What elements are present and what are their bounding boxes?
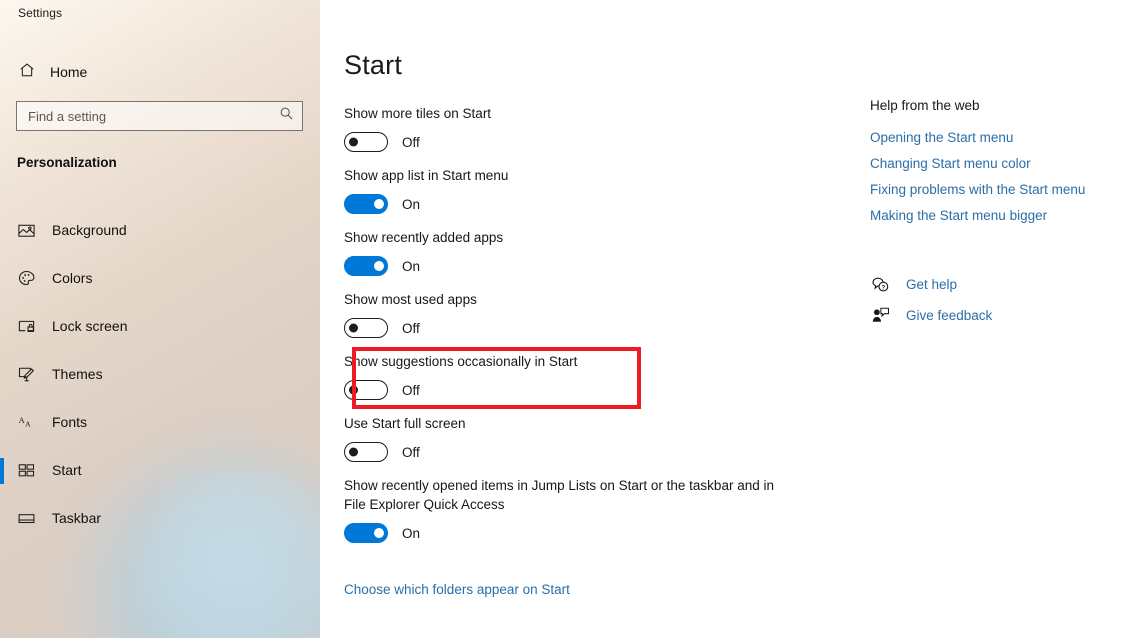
help-link[interactable]: Making the Start menu bigger bbox=[870, 208, 1120, 223]
setting-row: Show most used apps Off bbox=[344, 290, 814, 339]
sidebar-item-lock-screen[interactable]: Lock screen bbox=[0, 302, 320, 350]
choose-folders-link[interactable]: Choose which folders appear on Start bbox=[344, 582, 570, 597]
toggle-row: On bbox=[344, 522, 814, 544]
setting-row: Show more tiles on Start Off bbox=[344, 104, 814, 153]
help-action-label: Get help bbox=[906, 277, 958, 292]
setting-label: Show recently opened items in Jump Lists… bbox=[344, 478, 774, 512]
sidebar-item-label: Background bbox=[52, 222, 127, 238]
toggle-row: Off bbox=[344, 317, 814, 339]
help-link[interactable]: Opening the Start menu bbox=[870, 130, 1120, 145]
toggle-state-label: On bbox=[402, 525, 421, 541]
toggle-knob bbox=[349, 447, 358, 457]
setting-row: Show suggestions occasionally in Start Of… bbox=[344, 347, 814, 409]
toggle-row: Off bbox=[344, 441, 814, 463]
start-tiles-icon bbox=[16, 460, 36, 480]
sidebar-nav-list: Background Colors Lock screen Themes A A Fonts… bbox=[0, 206, 320, 542]
get-help-icon: ? bbox=[870, 275, 890, 295]
home-icon bbox=[18, 61, 36, 84]
sidebar-item-taskbar[interactable]: Taskbar bbox=[0, 494, 320, 542]
toggle-state-label: Off bbox=[402, 382, 420, 398]
sidebar-item-themes[interactable]: Themes bbox=[0, 350, 320, 398]
toggle-knob bbox=[349, 385, 358, 395]
toggle-knob bbox=[374, 528, 384, 538]
help-link[interactable]: Changing Start menu color bbox=[870, 156, 1120, 171]
help-panel-heading: Help from the web bbox=[870, 98, 980, 113]
help-links-list: Opening the Start menu Changing Start men… bbox=[870, 130, 1120, 223]
give-feedback-icon bbox=[870, 306, 890, 326]
toggle-state-label: Off bbox=[402, 134, 420, 150]
settings-window: Settings Home Personalization Background… bbox=[0, 0, 1135, 638]
fonts-icon: AA bbox=[16, 412, 36, 432]
setting-label: Show most used apps bbox=[344, 292, 477, 307]
main-content: Start Show more tiles on Start Off Show ap… bbox=[320, 0, 1135, 638]
toggle-switch[interactable] bbox=[344, 132, 388, 152]
help-action-give-feedback[interactable]: Give feedback bbox=[870, 300, 1120, 331]
toggle-knob bbox=[374, 261, 384, 271]
sidebar-section-title: Personalization bbox=[17, 155, 117, 170]
sidebar-item-fonts[interactable]: A A Fonts bbox=[0, 398, 320, 446]
picture-icon bbox=[16, 220, 36, 240]
taskbar-icon bbox=[16, 508, 36, 528]
sidebar: Settings Home Personalization Background… bbox=[0, 0, 320, 638]
search-input[interactable] bbox=[28, 108, 279, 124]
themes-icon bbox=[16, 364, 36, 384]
setting-label: Show app list in Start menu bbox=[344, 168, 509, 183]
toggle-row: Off bbox=[344, 379, 814, 401]
help-action-get-help[interactable]: ? Get help bbox=[870, 269, 1120, 300]
setting-row: Use Start full screen Off bbox=[344, 414, 814, 463]
svg-text:A: A bbox=[25, 419, 31, 428]
toggle-switch[interactable] bbox=[344, 318, 388, 338]
search-box[interactable] bbox=[16, 101, 303, 131]
toggle-state-label: On bbox=[402, 196, 421, 212]
toggle-state-label: Off bbox=[402, 444, 420, 460]
svg-text:?: ? bbox=[881, 284, 885, 291]
setting-row: Show recently added apps On bbox=[344, 228, 814, 277]
sidebar-item-home[interactable]: Home bbox=[0, 56, 320, 88]
toggle-switch[interactable] bbox=[344, 523, 388, 543]
toggle-switch[interactable] bbox=[344, 380, 388, 400]
toggle-knob bbox=[349, 137, 358, 147]
toggle-switch[interactable] bbox=[344, 194, 388, 214]
toggle-knob bbox=[349, 323, 358, 333]
sidebar-item-label: Start bbox=[52, 462, 82, 478]
toggle-row: On bbox=[344, 255, 814, 277]
sidebar-item-home-label: Home bbox=[50, 64, 88, 80]
palette-icon bbox=[16, 268, 36, 288]
lock-screen-icon bbox=[16, 316, 36, 336]
help-link[interactable]: Fixing problems with the Start menu bbox=[870, 182, 1120, 197]
settings-list: Show more tiles on Start Off Show app list… bbox=[344, 104, 814, 557]
sidebar-item-label: Fonts bbox=[52, 414, 88, 430]
search-icon bbox=[279, 106, 294, 126]
setting-label: Use Start full screen bbox=[344, 416, 466, 431]
sidebar-item-label: Colors bbox=[52, 270, 93, 286]
help-action-label: Give feedback bbox=[906, 308, 993, 323]
setting-row: Show recently opened items in Jump Lists… bbox=[344, 476, 814, 544]
sidebar-item-label: Taskbar bbox=[52, 510, 102, 526]
sidebar-item-background[interactable]: Background bbox=[0, 206, 320, 254]
sidebar-item-colors[interactable]: Colors bbox=[0, 254, 320, 302]
toggle-knob bbox=[374, 199, 384, 209]
toggle-state-label: On bbox=[402, 258, 421, 274]
setting-label: Show more tiles on Start bbox=[344, 106, 492, 121]
toggle-switch[interactable] bbox=[344, 442, 388, 462]
help-panel: Help from the web Opening the Start menu… bbox=[870, 98, 1120, 331]
toggle-switch[interactable] bbox=[344, 256, 388, 276]
app-title: Settings bbox=[18, 6, 63, 20]
sidebar-item-start[interactable]: Start bbox=[0, 446, 320, 494]
setting-label: Show recently added apps bbox=[344, 230, 504, 245]
help-actions-list: ? Get help Give feedback bbox=[870, 269, 1120, 331]
setting-label: Show suggestions occasionally in Start bbox=[344, 354, 578, 369]
sidebar-item-label: Lock screen bbox=[52, 318, 128, 334]
sidebar-item-label: Themes bbox=[52, 366, 103, 382]
page-title: Start bbox=[344, 50, 403, 80]
toggle-row: Off bbox=[344, 131, 814, 153]
toggle-state-label: Off bbox=[402, 320, 420, 336]
toggle-row: On bbox=[344, 193, 814, 215]
setting-row: Show app list in Start menu On bbox=[344, 166, 814, 215]
